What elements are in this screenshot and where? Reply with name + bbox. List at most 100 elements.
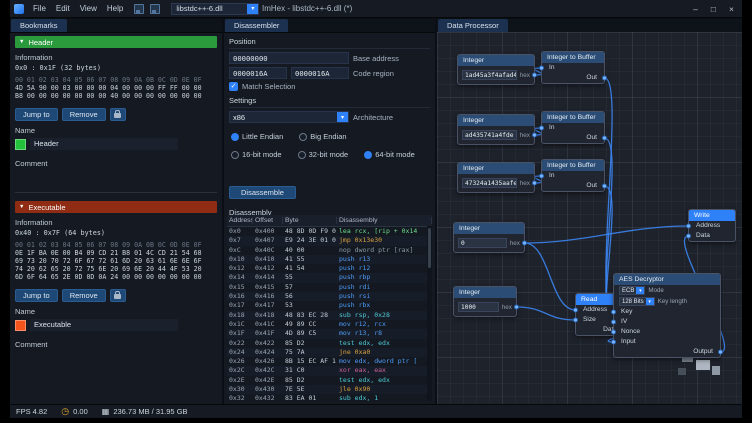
menu-view[interactable]: View [75,4,102,13]
match-selection-checkbox[interactable]: ✓ Match Selection [229,82,430,91]
node-int5[interactable]: Integer1000hex [453,286,517,317]
key-length-select[interactable]: 128 Bits▾ [619,297,655,306]
bookmark-name-input[interactable]: Header [30,138,178,150]
table-row[interactable]: 0x1C0x41C49 89 CCmov r12, rcx [227,320,432,329]
jump-to-button[interactable]: Jump to [15,108,58,121]
input-pin[interactable] [539,126,544,131]
file-selector[interactable]: libstdc++-6.dll ▾ [171,3,259,15]
architecture-value: x86 [233,113,245,122]
input-pin[interactable] [539,66,544,71]
input-pin[interactable] [573,318,578,323]
integer-value-input[interactable]: 1000 [458,302,499,312]
node-int3[interactable]: Integer47324a1435aafehex [457,162,535,193]
table-row[interactable]: 0x180x41848 83 EC 28sub rsp, 0x28 [227,311,432,320]
integer-value-input[interactable]: 0 [458,238,507,248]
integer-value-input[interactable]: 1ad45a3f4afad4 [462,70,517,80]
input-pin[interactable] [611,310,616,315]
output-pin[interactable] [602,184,607,189]
code-region-start-input[interactable]: 0000016A [229,67,287,79]
lock-button[interactable] [110,108,126,121]
table-row[interactable]: 0x120x41241 54push r12 [227,264,432,273]
tab-bookmarks[interactable]: Bookmarks [11,19,67,32]
output-pin[interactable] [602,136,607,141]
input-pin[interactable] [686,224,691,229]
remove-button[interactable]: Remove [62,289,106,302]
column-header: Offset [253,217,283,224]
output-pin[interactable] [532,73,537,78]
node-int2[interactable]: Integerad435741a4fdehex [457,114,535,145]
mode-select[interactable]: ECB▾ [619,286,645,295]
output-pin[interactable] [522,241,527,246]
node-aes[interactable]: AES DecryptorECB▾Mode128 Bits▾Key length… [613,273,721,358]
output-pin[interactable] [718,350,723,355]
bookmark-header[interactable]: ▼Header [15,36,217,48]
table-row[interactable]: 0x260x4268B 15 EC AF 1mov edx, dword ptr… [227,357,432,366]
menu-help[interactable]: Help [102,4,128,13]
node-buf1[interactable]: Integer to BufferInOut [541,51,605,84]
code-region-end-input[interactable]: 0000016A [291,67,349,79]
integer-value-input[interactable]: 47324a1435aafe [462,178,517,188]
input-pin[interactable] [611,340,616,345]
radio-64-bit-mode[interactable]: 64-bit mode [364,150,415,159]
base-address-input[interactable]: 00000000 [229,52,349,64]
table-row[interactable]: 0x100x41041 55push r13 [227,255,432,264]
node-write[interactable]: WriteAddressData [688,209,736,242]
radio-little-endian[interactable]: Little Endian [231,132,283,141]
bookmark-header[interactable]: ▼Executable [15,201,217,213]
scrollbar-thumb[interactable] [428,228,431,268]
integer-value-input[interactable]: ad435741a4fde [462,130,517,140]
output-pin[interactable] [532,133,537,138]
disassemble-button[interactable]: Disassemble [229,186,296,199]
table-row[interactable]: 0x2E0x42E85 D2test edx, edx [227,376,432,385]
table-row[interactable]: 0x140x41455push rbp [227,273,432,282]
table-row[interactable]: 0x70x407E9 24 3E 01 0jmp 0x13e30 [227,236,432,245]
table-row[interactable]: 0x320x43283 EA 01sub edx, 1 [227,394,432,401]
maximize-button[interactable]: □ [711,4,716,14]
cell-disassembly: push rbp [337,273,432,282]
output-pin[interactable] [602,76,607,81]
minimize-button[interactable]: – [693,4,698,14]
table-scrollbar[interactable] [427,226,432,401]
color-swatch[interactable] [15,139,26,150]
color-swatch[interactable] [15,320,26,331]
output-pin[interactable] [532,181,537,186]
menu-file[interactable]: File [28,4,51,13]
bookmark-actions: Jump to Remove [15,108,217,121]
table-row[interactable]: 0x2C0x42C31 C0xor eax, eax [227,366,432,375]
node-int4[interactable]: Integer0hex [453,222,525,253]
node-canvas[interactable]: Integer1ad45a3f4afad4hexInteger to Buffe… [437,32,742,404]
save-all-icon[interactable] [150,4,160,14]
table-row[interactable]: 0x160x41656push rsi [227,292,432,301]
lock-button[interactable] [110,289,126,302]
tab-disassembler[interactable]: Disassembler [225,19,288,32]
architecture-select[interactable]: x86 ▾ [229,111,349,123]
node-int1[interactable]: Integer1ad45a3f4afad4hex [457,54,535,85]
input-pin[interactable] [573,308,578,313]
remove-button[interactable]: Remove [62,108,106,121]
table-row[interactable]: 0x300x4307E 5Ejle 0x90 [227,385,432,394]
node-buf2[interactable]: Integer to BufferInOut [541,111,605,144]
jump-to-button[interactable]: Jump to [15,289,58,302]
table-row[interactable]: 0x00x40048 8D 0D F9 0lea rcx, [rip + 0x1… [227,227,432,236]
output-pin[interactable] [514,305,519,310]
input-pin[interactable] [686,234,691,239]
table-row[interactable]: 0x170x41753push rbx [227,301,432,310]
close-button[interactable]: × [729,4,734,14]
input-pin[interactable] [539,174,544,179]
save-icon[interactable] [134,4,144,14]
bookmark-entry: ▼ExecutableInformation0x40 : 0x7F (64 by… [15,201,217,349]
bookmark-name-input[interactable]: Executable [30,319,178,331]
tab-data-processor[interactable]: Data Processor [438,19,508,32]
radio-16-bit-mode[interactable]: 16-bit mode [231,150,282,159]
menu-edit[interactable]: Edit [51,4,75,13]
table-row[interactable]: 0x240x42475 7Ajne 0xa0 [227,348,432,357]
input-pin[interactable] [611,330,616,335]
input-pin[interactable] [611,320,616,325]
table-row[interactable]: 0x150x41557push rdi [227,283,432,292]
node-buf3[interactable]: Integer to BufferInOut [541,159,605,192]
table-row[interactable]: 0x220x42285 D2test edx, edx [227,339,432,348]
table-row[interactable]: 0x1F0x41F4D 89 C5mov r13, r8 [227,329,432,338]
radio-big-endian[interactable]: Big Endian [299,132,346,141]
table-row[interactable]: 0xC0x40C40 00nop dword ptr [rax] [227,246,432,255]
radio-32-bit-mode[interactable]: 32-bit mode [298,150,349,159]
